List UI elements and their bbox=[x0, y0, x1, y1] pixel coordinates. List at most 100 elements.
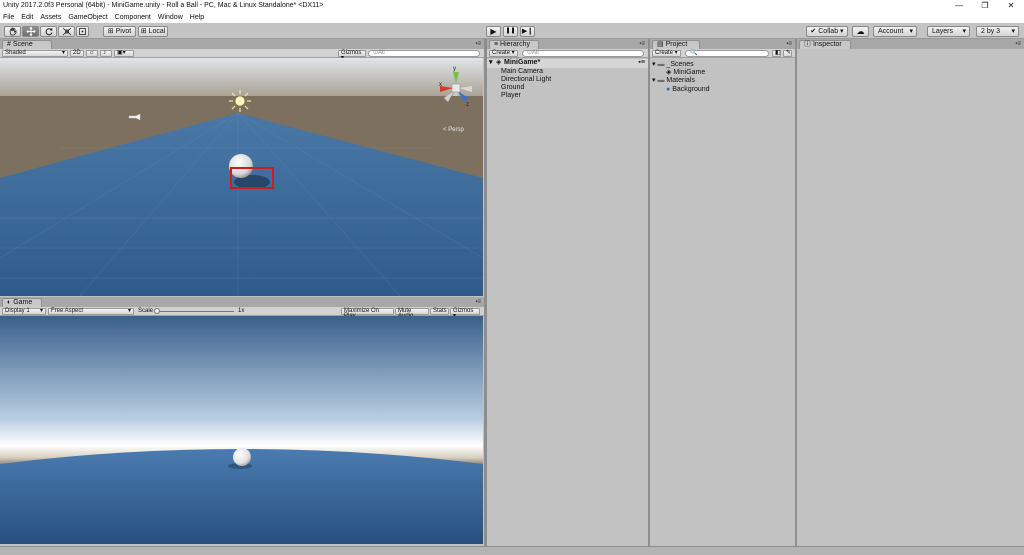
window-title: Unity 2017.2.0f3 Personal (64bit) - Mini… bbox=[3, 2, 324, 9]
layout-label: 2 by 3 bbox=[981, 28, 1001, 35]
menu-edit[interactable]: Edit bbox=[21, 12, 33, 23]
hand-icon bbox=[9, 27, 16, 36]
panel-menu-icon[interactable]: ▪≡ bbox=[475, 41, 481, 47]
chevron-down-icon: ▾ bbox=[127, 308, 131, 314]
game-viewport[interactable] bbox=[0, 316, 483, 544]
menu-component[interactable]: Component bbox=[115, 12, 151, 23]
folder-row-scenes[interactable]: ▾ ▬ _Scenes bbox=[652, 61, 694, 69]
play-button[interactable]: ▶ bbox=[486, 26, 501, 37]
panel-menu-icon[interactable]: ▪≡ bbox=[639, 41, 645, 47]
local-icon: ⊞ bbox=[140, 28, 147, 35]
close-button[interactable]: ✕ bbox=[998, 0, 1024, 12]
move-tool-button[interactable] bbox=[22, 26, 39, 37]
minimize-button[interactable]: — bbox=[946, 0, 972, 12]
menu-assets[interactable]: Assets bbox=[40, 12, 61, 23]
filter-by-type-button[interactable]: ◧ bbox=[772, 50, 781, 57]
scene-sky bbox=[0, 58, 483, 98]
hierarchy-tab-icon: ≡ bbox=[494, 41, 499, 48]
scene-toolbar: Shaded ▾ 2D ☼ ♪ ▣▾ Gizmos ▾ ⊙All bbox=[0, 49, 484, 61]
rotate-tool-button[interactable] bbox=[40, 26, 57, 37]
panel-menu-icon[interactable]: ▪≡ bbox=[786, 41, 792, 47]
project-search-input[interactable]: 🔍 bbox=[685, 50, 769, 57]
menu-window[interactable]: Window bbox=[158, 12, 183, 23]
panel-menu-icon[interactable]: ▪≡ bbox=[1015, 41, 1021, 47]
hierarchy-create-label: Create ▾ bbox=[492, 50, 515, 56]
maximize-button[interactable]: ❐ bbox=[972, 0, 998, 12]
move-icon bbox=[25, 26, 36, 37]
hierarchy-search-input[interactable]: ⊙All bbox=[522, 50, 644, 57]
cloud-icon: ☁ bbox=[856, 27, 865, 36]
scale-tool-button[interactable] bbox=[58, 26, 75, 37]
shading-mode-label: Shaded bbox=[5, 50, 26, 56]
menu-help[interactable]: Help bbox=[190, 12, 204, 23]
hierarchy-item-main-camera[interactable]: Main Camera bbox=[501, 68, 543, 76]
stats-label: Stats bbox=[433, 308, 447, 314]
chevron-down-icon: ▾ bbox=[652, 61, 656, 68]
tag-icon: ✎ bbox=[786, 50, 792, 56]
game-tab-label: Game bbox=[13, 299, 33, 306]
collab-check-icon: ✔ bbox=[810, 28, 817, 35]
scene-search-input[interactable]: ⊙All bbox=[368, 50, 480, 57]
tab-inspector[interactable]: ⓘ Inspector bbox=[799, 40, 851, 49]
filter-by-label-button[interactable]: ✎ bbox=[783, 50, 792, 57]
search-icon: 🔍 bbox=[690, 50, 698, 56]
pivot-toggle[interactable]: ⊞ Pivot bbox=[103, 26, 136, 37]
hierarchy-create-dropdown[interactable]: Create ▾ bbox=[489, 50, 518, 57]
effects-dropdown[interactable]: ▣▾ bbox=[114, 50, 134, 57]
game-player-sphere bbox=[233, 448, 251, 466]
pause-button[interactable]: ❚❚ bbox=[503, 26, 518, 37]
scale-slider[interactable] bbox=[154, 308, 234, 314]
folder-row-materials[interactable]: ▾ ▬ Materials bbox=[652, 77, 695, 85]
lighting-toggle[interactable]: ☼ bbox=[86, 50, 98, 57]
asset-row-minigame[interactable]: ◈ MiniGame bbox=[666, 69, 705, 77]
chevron-down-icon: ▾ bbox=[962, 28, 966, 35]
tab-scene[interactable]: # Scene bbox=[2, 40, 52, 49]
local-toggle[interactable]: ⊞ Local bbox=[138, 26, 168, 37]
hierarchy-scene-name: MiniGame* bbox=[504, 59, 541, 66]
player-sphere[interactable] bbox=[229, 154, 253, 178]
hand-tool-button[interactable] bbox=[4, 26, 21, 37]
tab-game[interactable]: ◐ Game bbox=[2, 298, 42, 307]
scene-gizmos-dropdown[interactable]: Gizmos ▾ bbox=[338, 50, 366, 61]
cloud-button[interactable]: ☁ bbox=[852, 26, 869, 37]
shading-mode-dropdown[interactable]: Shaded ▾ bbox=[2, 50, 68, 57]
project-create-dropdown[interactable]: Create ▾ bbox=[652, 50, 681, 57]
mute-audio-toggle[interactable]: Mute Audio bbox=[395, 308, 429, 319]
audio-toggle[interactable]: ♪ bbox=[100, 50, 112, 57]
tab-hierarchy[interactable]: ≡ Hierarchy bbox=[489, 40, 539, 49]
inspector-tab-label: Inspector bbox=[812, 41, 842, 48]
aspect-dropdown[interactable]: Free Aspect ▾ bbox=[48, 308, 134, 315]
display-dropdown[interactable]: Display 1 ▾ bbox=[2, 308, 46, 315]
layout-dropdown[interactable]: 2 by 3 ▾ bbox=[976, 26, 1019, 37]
menu-gameobject[interactable]: GameObject bbox=[68, 12, 107, 23]
layers-dropdown[interactable]: Layers ▾ bbox=[927, 26, 970, 37]
menu-file[interactable]: File bbox=[3, 12, 14, 23]
hierarchy-item-ground[interactable]: Ground bbox=[501, 84, 524, 92]
scale-slider-handle[interactable] bbox=[154, 308, 160, 314]
maximize-on-play-toggle[interactable]: Maximize On Play bbox=[341, 308, 394, 319]
collab-dropdown[interactable]: ✔ Collab ▾ bbox=[806, 26, 848, 37]
rect-tool-button[interactable] bbox=[76, 26, 89, 37]
scene-options-icon[interactable]: ▪≡ bbox=[638, 59, 645, 67]
play-icon: ▶ bbox=[490, 27, 497, 36]
project-create-label: Create ▾ bbox=[655, 50, 678, 56]
asset-row-background[interactable]: ● Background bbox=[666, 86, 710, 94]
audio-icon: ♪ bbox=[103, 50, 106, 56]
hierarchy-item-player[interactable]: Player bbox=[501, 92, 521, 100]
persp-label[interactable]: < Persp bbox=[443, 127, 465, 133]
step-button[interactable]: ▶❙ bbox=[520, 26, 535, 37]
2d-label: 2D bbox=[73, 50, 81, 56]
hierarchy-item-directional-light[interactable]: Directional Light bbox=[501, 76, 551, 84]
chevron-down-icon: ▾ bbox=[1011, 28, 1015, 35]
game-gizmos-dropdown[interactable]: Gizmos ▾ bbox=[450, 308, 480, 319]
2d-toggle[interactable]: 2D bbox=[70, 50, 84, 57]
stats-toggle[interactable]: Stats bbox=[430, 308, 449, 315]
scene-viewport[interactable]: x y z < Persp bbox=[0, 58, 483, 296]
hierarchy-panel: ≡ Hierarchy ▪≡ Create ▾ ⊙All ▾ ◈ MiniGam… bbox=[487, 39, 648, 546]
account-dropdown[interactable]: Account ▾ bbox=[873, 26, 917, 37]
directional-light-icon[interactable] bbox=[229, 90, 251, 112]
asset-name: Background bbox=[672, 86, 710, 93]
panel-menu-icon[interactable]: ▪≡ bbox=[475, 299, 481, 305]
tab-project[interactable]: ▤ Project bbox=[652, 40, 700, 49]
hierarchy-scene-row[interactable]: ▾ ◈ MiniGame* ▪≡ bbox=[487, 59, 648, 68]
